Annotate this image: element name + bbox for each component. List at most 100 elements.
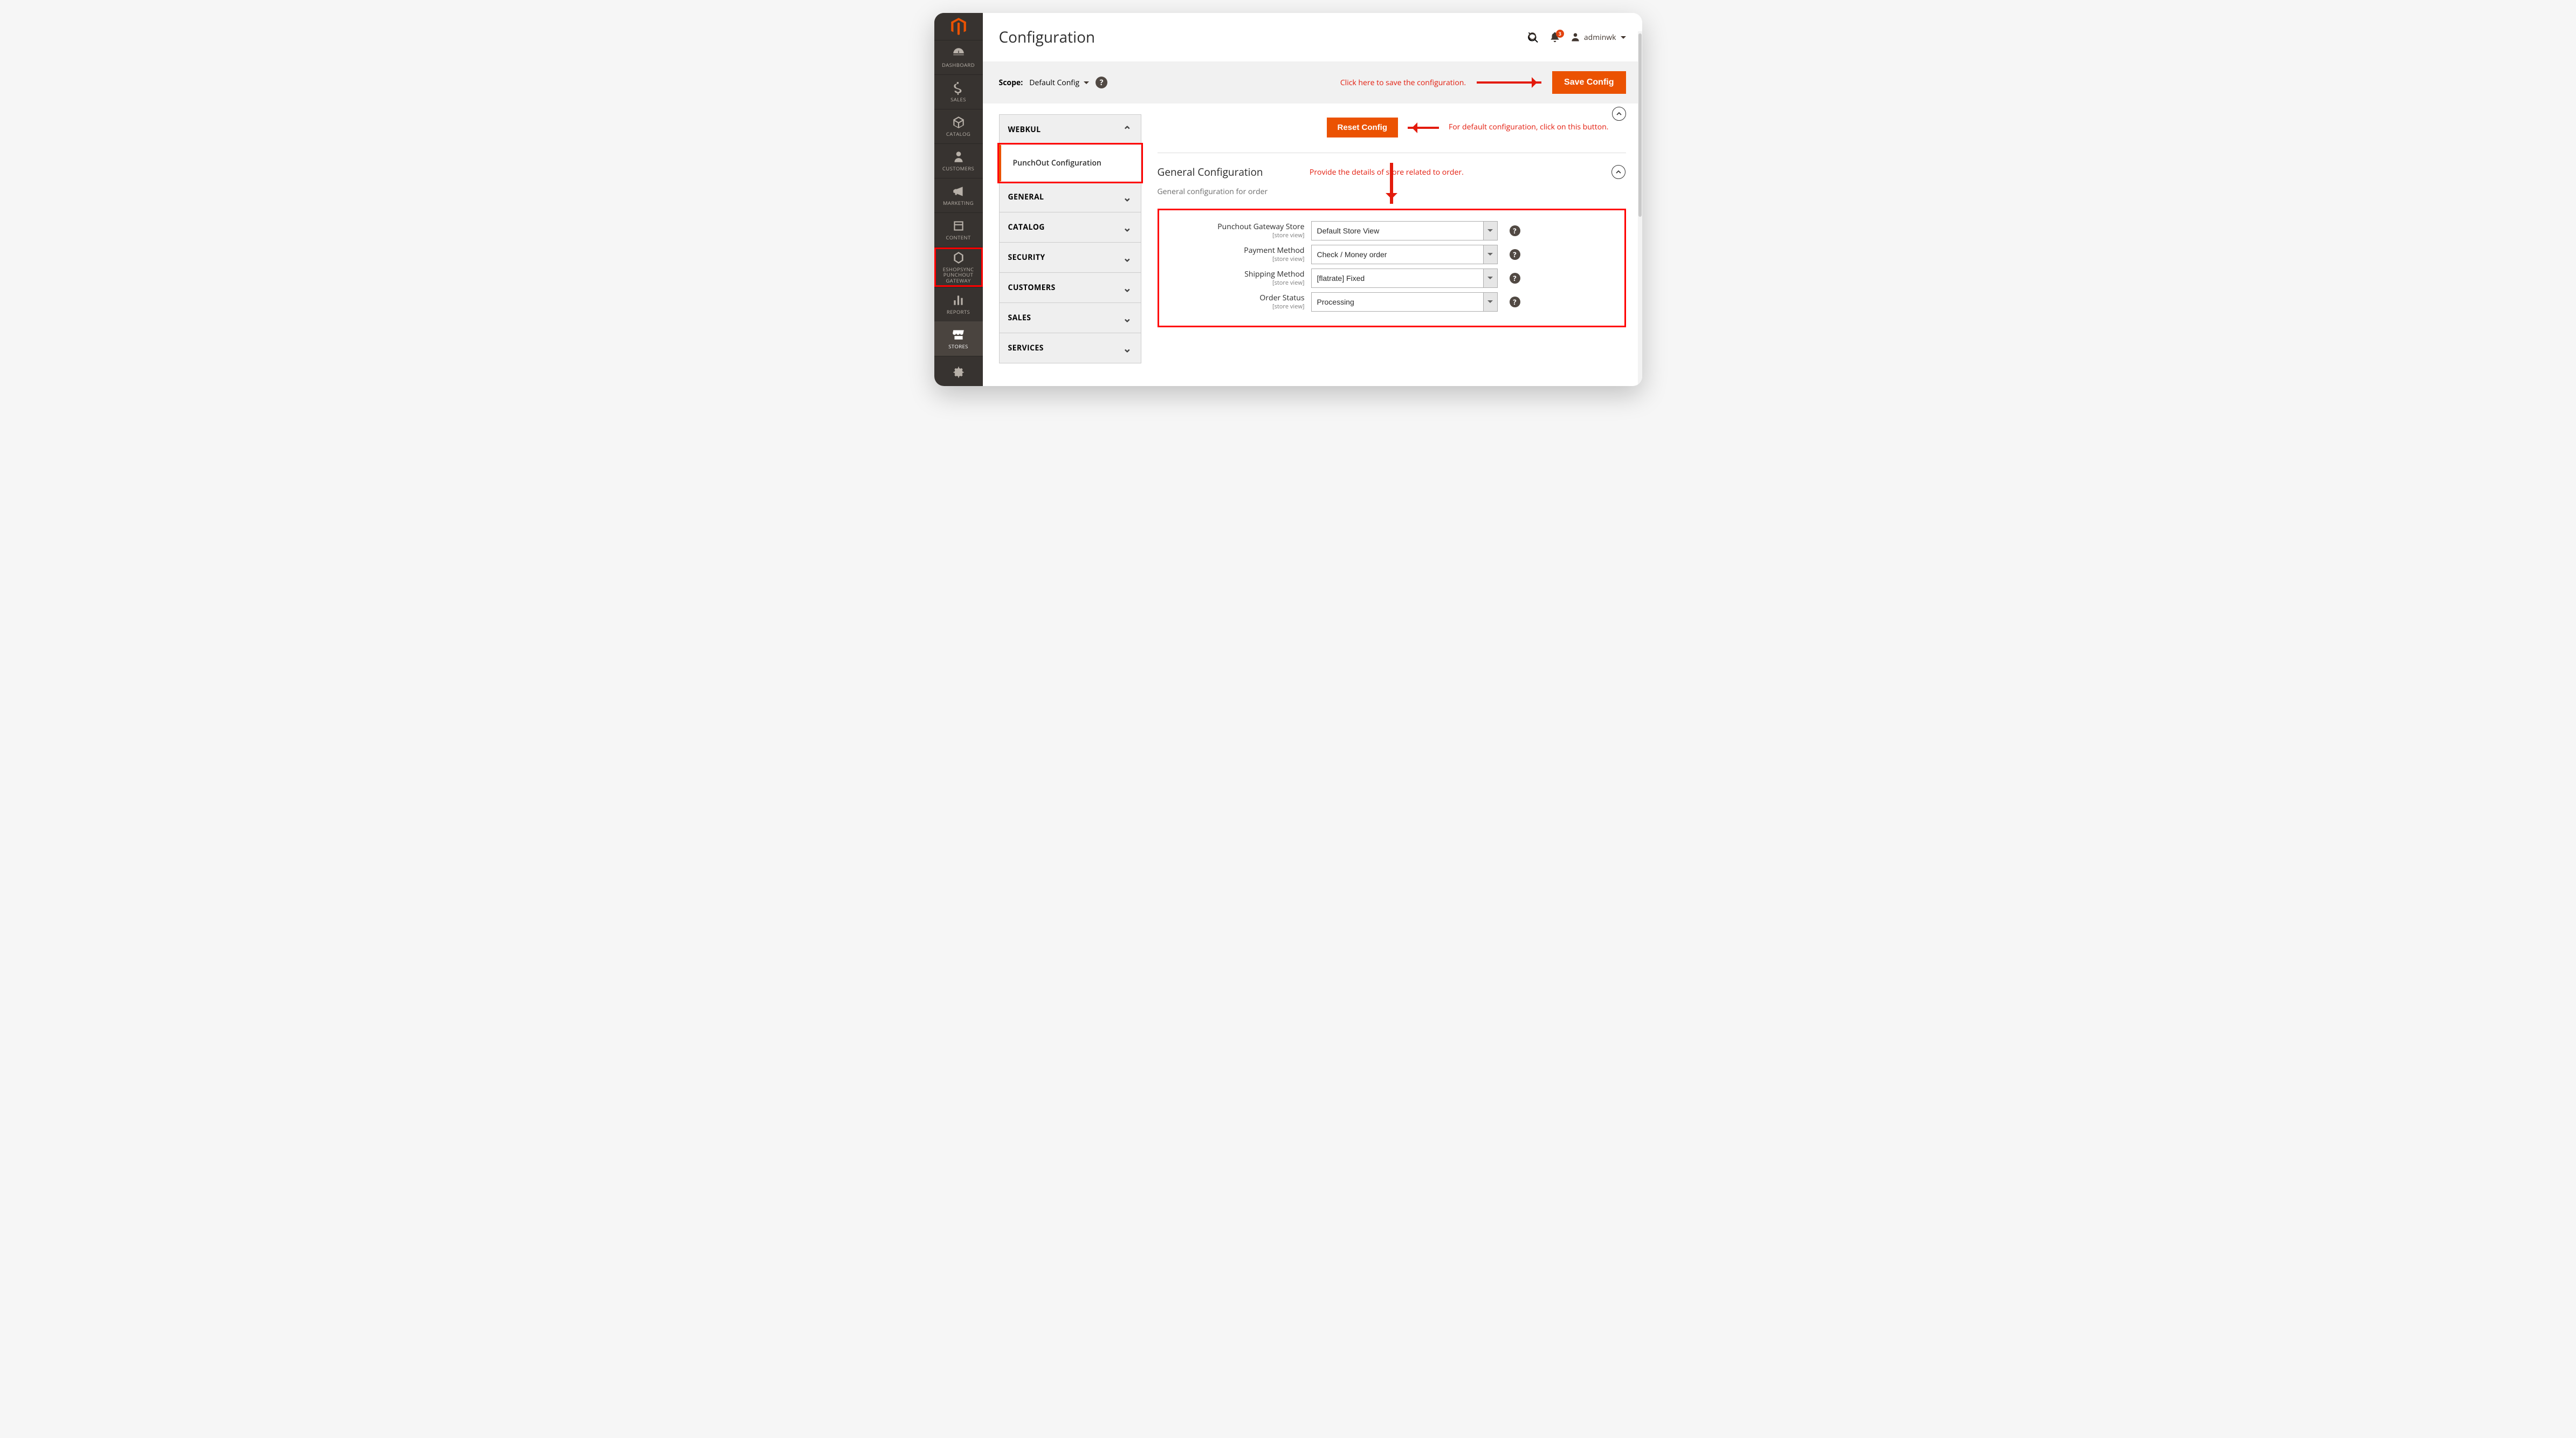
chevron-down-icon[interactable] [1484,269,1498,288]
chevron-down-icon[interactable] [1484,221,1498,240]
scope-value: Default Config [1029,78,1079,88]
user-name: adminwk [1584,32,1616,43]
gear-icon [952,366,966,380]
shipping-method-select[interactable]: [flatrate] Fixed [1311,269,1484,288]
sidebar-item-label: REPORTS [947,309,970,315]
field-help[interactable]: ? [1510,225,1520,236]
section-collapse-button[interactable] [1611,165,1626,179]
field-label: Punchout Gateway Store [store view] [1163,223,1305,238]
punchout-gateway-store-select[interactable]: Default Store View [1311,221,1484,240]
tab-group-general[interactable]: GENERAL ⌃ [999,182,1141,212]
arrow-down-icon [1390,163,1393,204]
sidebar-item-label: CONTENT [946,235,970,240]
chevron-down-icon: ⌃ [1122,250,1132,265]
section-title: General Configuration [1158,165,1263,179]
scope-help[interactable]: ? [1096,77,1107,88]
field-label: Shipping Method [store view] [1163,270,1305,286]
tab-group-security[interactable]: SECURITY ⌃ [999,242,1141,272]
sidebar-item-system[interactable] [934,356,983,386]
label-text: Order Status [1259,293,1304,303]
user-icon [1570,32,1581,43]
save-config-button[interactable]: Save Config [1552,71,1626,94]
scrollbar[interactable] [1638,31,1642,386]
tab-group-services[interactable]: SERVICES ⌃ [999,333,1141,363]
tab-group-label: CATALOG [1008,222,1045,232]
tab-group-label: SALES [1008,313,1031,323]
search-icon [1527,31,1539,43]
label-text: Punchout Gateway Store [1217,222,1304,232]
sidebar-item-label: MARKETING [943,201,974,206]
sidebar-item-content[interactable]: CONTENT [934,212,983,247]
sidebar-item-catalog[interactable]: CATALOG [934,109,983,143]
general-config-form: Punchout Gateway Store [store view] Defa… [1158,209,1626,327]
field-label: Order Status [store view] [1163,294,1305,309]
field-punchout-gateway-store: Punchout Gateway Store [store view] Defa… [1163,221,1617,240]
collapse-all-button[interactable] [1612,107,1626,121]
hexagon-icon [952,251,966,265]
sidebar-item-label: DASHBOARD [942,63,975,68]
sidebar-item-eshopsync-punchout[interactable]: ESHOPSYNC PUNCHOUT GATEWAY [934,247,983,287]
sidebar-item-sales[interactable]: SALES [934,74,983,109]
scrollbar-thumb[interactable] [1638,33,1642,217]
chevron-down-icon [1621,36,1626,42]
sidebar-item-label: CATALOG [946,132,970,137]
field-help[interactable]: ? [1510,249,1520,260]
admin-sidebar: DASHBOARD SALES CATALOG CUSTOMERS MARKET… [934,13,983,386]
sidebar-item-label: ESHOPSYNC PUNCHOUT GATEWAY [936,267,981,284]
chevron-down-icon[interactable] [1484,292,1498,312]
sidebar-item-label: STORES [948,344,968,349]
chevron-down-icon: ⌃ [1122,341,1132,355]
field-shipping-method: Shipping Method [store view] [flatrate] … [1163,269,1617,288]
annotation-general: Provide the details of store related to … [1310,167,1464,177]
scope-label: Scope: [999,78,1023,88]
reports-icon [952,293,966,307]
label-text: Shipping Method [1244,269,1304,279]
field-help[interactable]: ? [1510,297,1520,307]
chevron-down-icon [1084,81,1089,87]
content-icon [952,219,966,233]
config-content: Reset Config For default configuration, … [1158,114,1626,386]
field-order-status: Order Status [store view] Processing ? [1163,292,1617,312]
field-help[interactable]: ? [1510,273,1520,284]
scope-note: [store view] [1163,304,1305,310]
magento-logo[interactable] [934,13,983,40]
annotation-reset: For default configuration, click on this… [1449,122,1608,132]
dollar-icon [952,81,966,95]
config-tabs: WEBKUL ⌃ PunchOut Configuration GENERAL … [999,114,1141,386]
chevron-up-icon: ⌃ [1122,122,1132,137]
tab-group-catalog[interactable]: CATALOG ⌃ [999,212,1141,242]
scope-note: [store view] [1163,280,1305,286]
arrow-right-icon [1477,81,1541,84]
tab-group-label: SERVICES [1008,343,1044,353]
scope-picker[interactable]: Default Config [1029,78,1089,88]
order-status-select[interactable]: Processing [1311,292,1484,312]
page-title: Configuration [999,27,1096,47]
payment-method-select[interactable]: Check / Money order [1311,245,1484,264]
tab-item-punchout-configuration[interactable]: PunchOut Configuration [999,145,1141,182]
field-label: Payment Method [store view] [1163,246,1305,262]
user-menu[interactable]: adminwk [1570,32,1626,43]
search-button[interactable] [1523,26,1544,48]
notifications-button[interactable]: 3 [1544,26,1566,48]
sidebar-item-customers[interactable]: CUSTOMERS [934,143,983,178]
field-payment-method: Payment Method [store view] Check / Mone… [1163,245,1617,264]
megaphone-icon [952,184,966,198]
label-text: Payment Method [1244,245,1304,256]
actions-bar: Scope: Default Config ? Click here to sa… [983,61,1642,104]
dashboard-icon [952,46,966,60]
reset-config-button[interactable]: Reset Config [1327,118,1399,137]
tab-group-customers[interactable]: CUSTOMERS ⌃ [999,272,1141,302]
tab-group-sales[interactable]: SALES ⌃ [999,302,1141,333]
sidebar-item-stores[interactable]: STORES [934,321,983,356]
chevron-down-icon: ⌃ [1122,190,1132,204]
chevron-down-icon: ⌃ [1122,280,1132,295]
chevron-down-icon[interactable] [1484,245,1498,264]
sidebar-item-reports[interactable]: REPORTS [934,287,983,321]
sidebar-item-marketing[interactable]: MARKETING [934,178,983,212]
tab-group-webkul[interactable]: WEBKUL ⌃ [999,114,1141,145]
chevron-down-icon: ⌃ [1122,311,1132,325]
sidebar-item-label: SALES [950,97,966,102]
sidebar-item-dashboard[interactable]: DASHBOARD [934,40,983,74]
sidebar-item-label: CUSTOMERS [942,166,974,171]
scope-note: [store view] [1163,232,1305,239]
